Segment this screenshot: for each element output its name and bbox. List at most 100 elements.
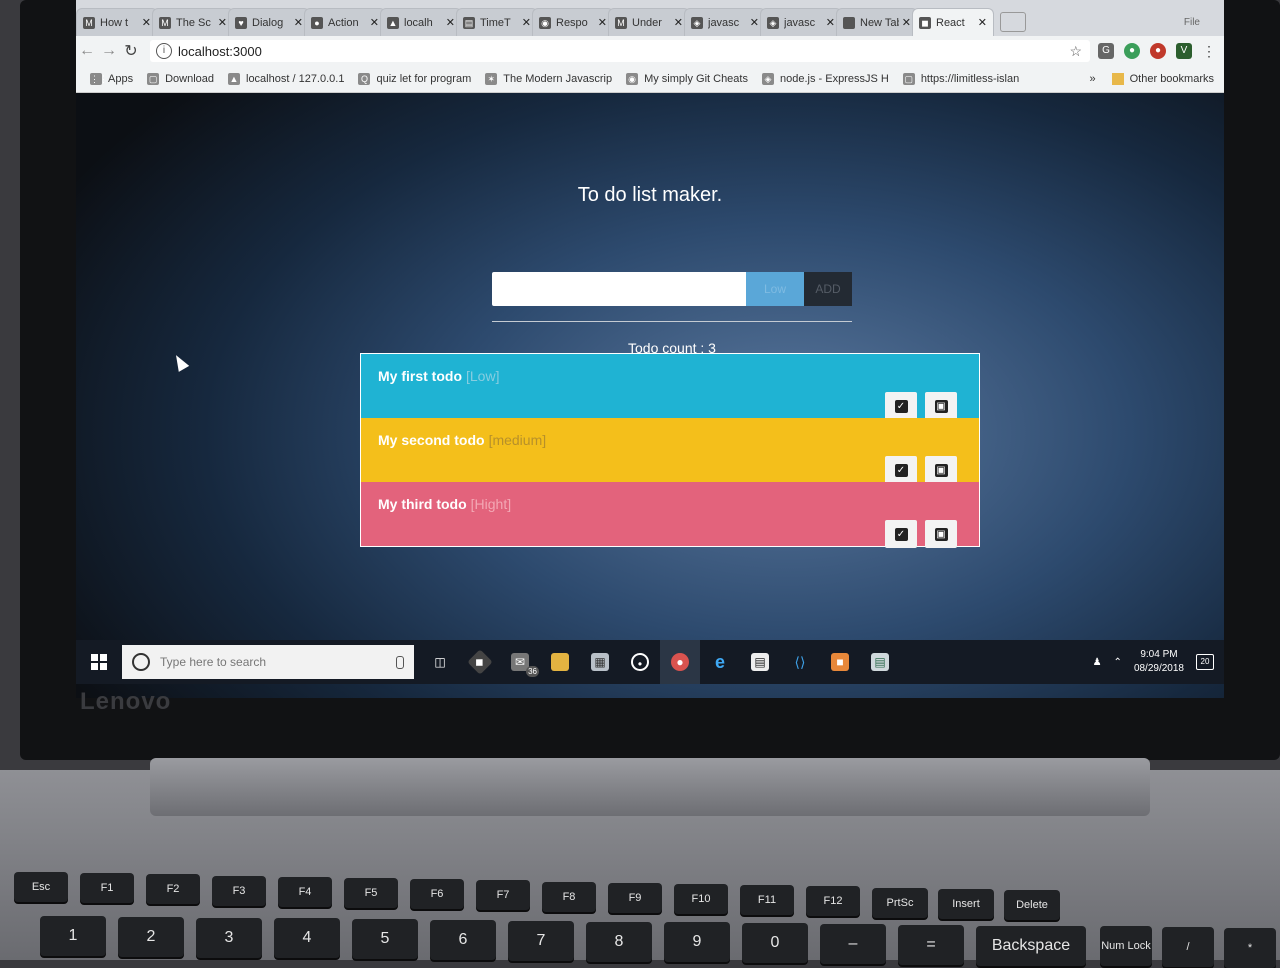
groove-music-button[interactable]: • xyxy=(620,640,660,684)
delete-todo-button[interactable]: ▣ xyxy=(925,520,957,548)
browser-tab[interactable]: ◼ React ✕ xyxy=(912,8,994,36)
bookmark-item[interactable]: ▢ Download xyxy=(147,73,214,85)
bookmarks-overflow[interactable]: » xyxy=(1090,73,1096,85)
close-tab-icon[interactable]: ✕ xyxy=(522,16,531,29)
close-tab-icon[interactable]: ✕ xyxy=(750,16,759,29)
extension-icon[interactable]: G xyxy=(1098,42,1114,59)
chevron-up-icon[interactable]: ⌃ xyxy=(1114,657,1122,668)
close-tab-icon[interactable]: ✕ xyxy=(218,16,227,29)
bookmark-item[interactable]: ◉ My simply Git Cheats xyxy=(626,73,748,85)
browser-tab[interactable]: M The Sc ✕ xyxy=(152,8,234,36)
browser-toolbar: ← → ↻ i localhost:3000 ☆ G ● ● V ⋮ xyxy=(76,36,1224,66)
close-tab-icon[interactable]: ✕ xyxy=(978,16,987,29)
tab-title: javasc xyxy=(708,16,740,29)
browser-tab[interactable]: M How t ✕ xyxy=(76,8,158,36)
form-divider xyxy=(492,321,852,322)
bookmark-item[interactable]: Qquiz let for program xyxy=(358,73,471,85)
new-tab-button[interactable] xyxy=(1000,12,1026,32)
keyboard-key: F10 xyxy=(674,884,728,914)
browser-tab[interactable]: ◈ javasc ✕ xyxy=(684,8,766,36)
close-tab-icon[interactable]: ✕ xyxy=(826,16,835,29)
delete-todo-button[interactable]: ▣ xyxy=(925,392,957,420)
complete-todo-button[interactable]: ✓ xyxy=(885,456,917,484)
close-tab-icon[interactable]: ✕ xyxy=(598,16,607,29)
bookmark-item[interactable]: ⋮⋮ Apps xyxy=(90,73,133,85)
file-explorer-button[interactable] xyxy=(540,640,580,684)
bookmark-star-icon[interactable]: ☆ xyxy=(1069,43,1082,60)
git-app-button[interactable]: ◆ xyxy=(460,640,500,684)
people-icon[interactable]: ♟ xyxy=(1093,657,1102,668)
close-tab-icon[interactable]: ✕ xyxy=(294,16,303,29)
store-button[interactable]: ▦ xyxy=(580,640,620,684)
vscode-button[interactable]: ⟨⟩ xyxy=(780,640,820,684)
keyboard-key: 4 xyxy=(274,918,340,958)
note-icon: ▤ xyxy=(751,653,769,671)
keyboard-key: 0 xyxy=(742,923,808,963)
bookmark-icon: ▢ xyxy=(902,73,915,85)
keyboard-key: F5 xyxy=(344,878,398,908)
close-tab-icon[interactable]: ✕ xyxy=(142,16,151,29)
xampp-button[interactable]: ■ xyxy=(820,640,860,684)
bookmark-item[interactable]: ▲ localhost / 127.0.0.1 xyxy=(228,73,344,85)
address-bar[interactable]: i localhost:3000 ☆ xyxy=(150,40,1090,62)
browser-tab[interactable]: ▤ TimeT ✕ xyxy=(456,8,538,36)
browser-tab[interactable]: New Tab ✕ xyxy=(836,8,918,36)
other-bookmarks[interactable]: Other bookmarks xyxy=(1130,73,1214,85)
back-arrow-icon[interactable]: ← xyxy=(76,42,98,60)
keyboard-key: 1 xyxy=(40,916,106,956)
app-window-icon: ▤ xyxy=(871,653,889,671)
clock-time: 9:04 PM xyxy=(1140,649,1178,660)
tab-favicon-icon: ● xyxy=(311,16,323,29)
priority-select[interactable]: Low xyxy=(746,272,804,306)
adblock-icon[interactable]: ● xyxy=(1150,42,1166,59)
clock-date: 08/29/2018 xyxy=(1133,663,1184,674)
browser-menu-icon[interactable]: ⋮ xyxy=(1202,43,1216,60)
browser-tab[interactable]: M Under ✕ xyxy=(608,8,690,36)
check-square-icon: ✓ xyxy=(894,463,908,477)
bookmarks-bar: ⋮⋮ Apps ▢ Download ▲ localhost / 127.0.0.1 Qqu… xyxy=(76,66,1224,93)
system-tray: ♟ ⌃ 9:04 PM 08/29/2018 20 xyxy=(1093,648,1224,676)
close-tab-icon[interactable]: ✕ xyxy=(902,16,911,29)
todo-input[interactable] xyxy=(492,272,746,306)
mail-icon: ✉ 36 xyxy=(511,653,539,677)
check-square-icon: ✓ xyxy=(894,527,908,541)
clock[interactable]: 9:04 PM 08/29/2018 xyxy=(1134,648,1184,676)
extension-icon[interactable]: V xyxy=(1176,42,1192,59)
close-tab-icon[interactable]: ✕ xyxy=(674,16,683,29)
reload-icon[interactable]: ↻ xyxy=(120,41,142,61)
browser-tab[interactable]: ◉ Respo ✕ xyxy=(532,8,614,36)
extension-icon[interactable]: ● xyxy=(1124,42,1140,59)
task-view-button[interactable]: ◫ xyxy=(420,640,460,684)
browser-tab[interactable]: ◈ javasc ✕ xyxy=(760,8,842,36)
browser-tab[interactable]: ▲ localh ✕ xyxy=(380,8,462,36)
windows-logo-icon xyxy=(91,654,107,670)
bookmark-item[interactable]: ✶ The Modern Javascrip xyxy=(485,73,612,85)
mail-app-button[interactable]: ✉ 36 xyxy=(500,640,540,684)
app-button[interactable]: ▤ xyxy=(860,640,900,684)
close-tab-icon[interactable]: ✕ xyxy=(446,16,455,29)
check-square-icon: ✓ xyxy=(894,399,908,413)
site-info-icon[interactable]: i xyxy=(156,43,172,59)
start-button[interactable] xyxy=(76,640,122,684)
add-todo-button[interactable]: ADD xyxy=(804,272,852,306)
complete-todo-button[interactable]: ✓ xyxy=(885,520,917,548)
delete-todo-button[interactable]: ▣ xyxy=(925,456,957,484)
chrome-button[interactable]: ● xyxy=(660,640,700,684)
sticky-app-button[interactable]: ▤ xyxy=(740,640,780,684)
edge-button[interactable]: e xyxy=(700,640,740,684)
microphone-icon[interactable] xyxy=(396,655,404,669)
close-tab-icon[interactable]: ✕ xyxy=(370,16,379,29)
address-bar-url: localhost:3000 xyxy=(178,43,262,59)
git-icon: ◆ xyxy=(467,649,493,675)
forward-arrow-icon[interactable]: → xyxy=(98,42,120,60)
taskbar-search[interactable]: Type here to search xyxy=(122,645,414,679)
complete-todo-button[interactable]: ✓ xyxy=(885,392,917,420)
bookmark-item[interactable]: ▢ https://limitless-islan xyxy=(902,73,1019,85)
bookmark-item[interactable]: ◈ node.js - ExpressJS H xyxy=(761,73,889,85)
browser-tab[interactable]: ● Action ✕ xyxy=(304,8,386,36)
profile-button[interactable]: File xyxy=(1160,17,1224,28)
notification-center-icon[interactable]: 20 xyxy=(1196,654,1214,670)
bookmark-label: quiz let for program xyxy=(376,73,472,85)
browser-tab[interactable]: ♥ Dialog ✕ xyxy=(228,8,310,36)
laptop-screen: M How t ✕ M The Sc ✕ ♥ Dialog ✕ ● Action ✕ ▲ localh ✕ ▤… xyxy=(76,0,1224,698)
